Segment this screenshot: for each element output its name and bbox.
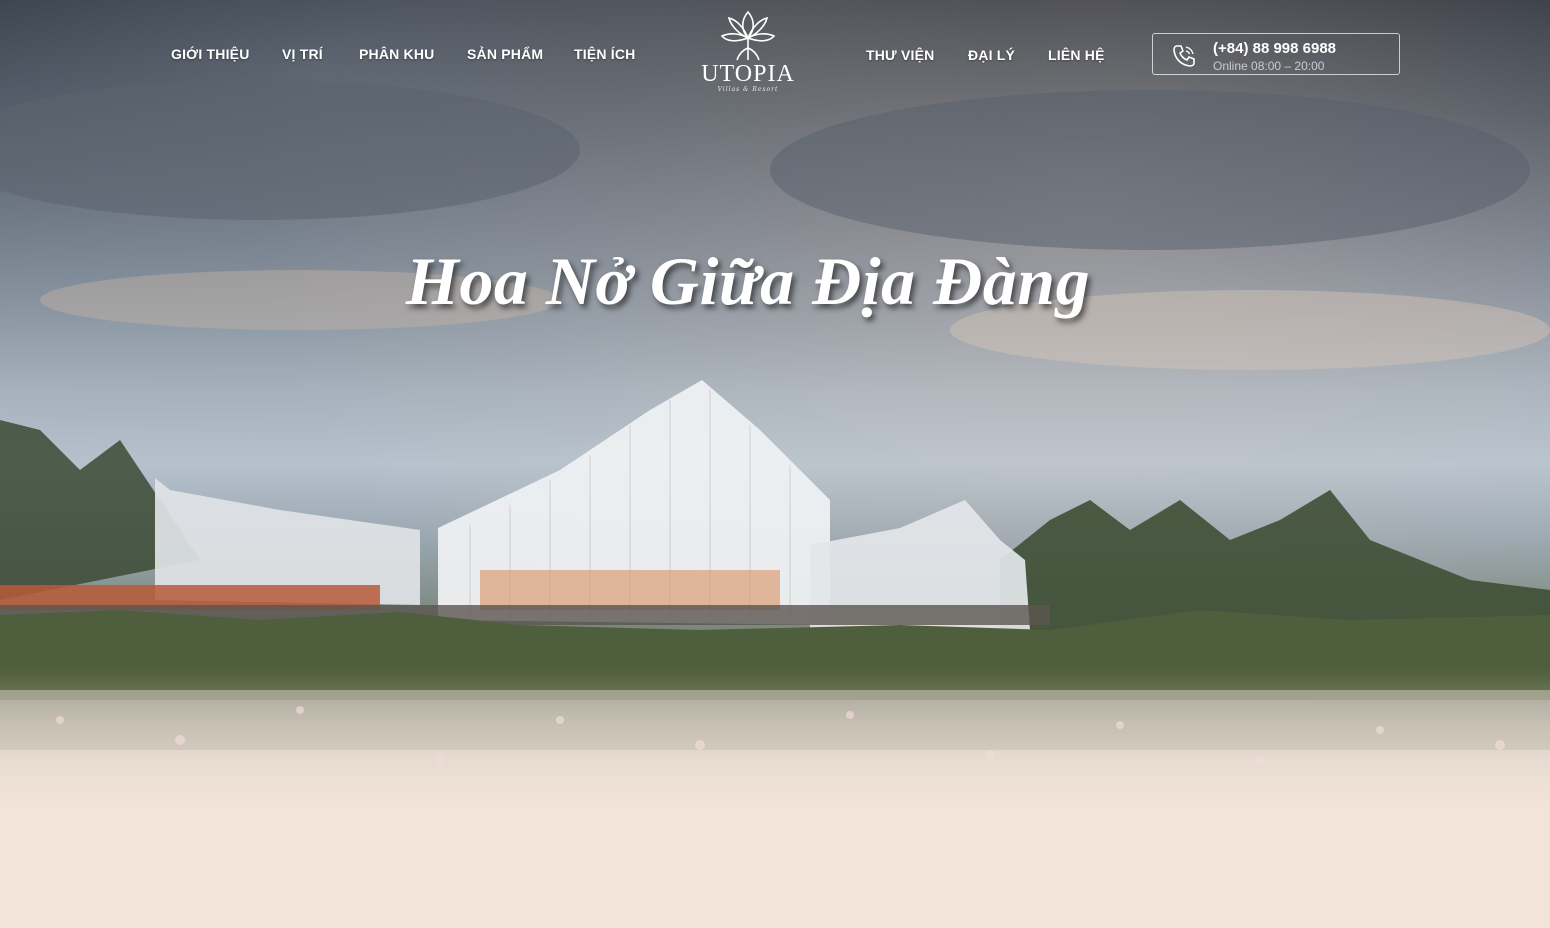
- nav-item-gioi-thieu[interactable]: GIỚI THIỆU: [171, 46, 250, 62]
- hero-banner: GIỚI THIỆU VỊ TRÍ PHÂN KHU SẢN PHẨM TIỆN…: [0, 0, 1550, 928]
- nav-item-thu-vien[interactable]: THƯ VIỆN: [866, 47, 934, 63]
- bottom-fade-overlay: [0, 668, 1550, 928]
- nav-item-san-pham[interactable]: SẢN PHẨM: [467, 46, 543, 62]
- lotus-logo-icon: [720, 10, 776, 61]
- hotline-button[interactable]: (+84) 88 998 6988 Online 08:00 – 20:00: [1152, 33, 1400, 75]
- nav-item-phan-khu[interactable]: PHÂN KHU: [359, 46, 435, 62]
- nav-item-tien-ich[interactable]: TIỆN ÍCH: [574, 46, 636, 62]
- phone-icon: [1173, 45, 1195, 67]
- logo-tagline: Villas & Resort: [717, 86, 779, 93]
- phone-number: (+84) 88 998 6988: [1213, 40, 1337, 57]
- hero-headline: Hoa Nở Giữa Địa Đàng: [405, 242, 1091, 319]
- logo-wordmark: UTOPIA: [701, 61, 795, 87]
- site-logo[interactable]: UTOPIA Villas & Resort: [698, 8, 798, 104]
- nav-item-lien-he[interactable]: LIÊN HỆ: [1048, 47, 1105, 63]
- phone-hours: Online 08:00 – 20:00: [1213, 59, 1325, 73]
- nav-item-dai-ly[interactable]: ĐẠI LÝ: [968, 47, 1015, 63]
- nav-item-vi-tri[interactable]: VỊ TRÍ: [282, 46, 323, 62]
